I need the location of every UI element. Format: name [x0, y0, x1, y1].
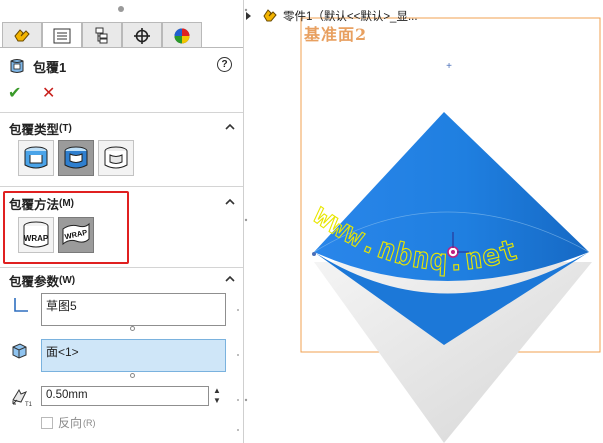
help-button[interactable]: ? — [217, 57, 232, 72]
chevron-up-icon[interactable] — [225, 122, 235, 132]
viewport-split-dots — [244, 8, 248, 402]
ok-cancel-row: ✔ ✕ — [8, 83, 55, 103]
property-manager-panel: 包覆1 ? ✔ ✕ 包覆类型 (T) 包覆方法 (M) WRAP WRAP 包覆… — [0, 0, 244, 443]
tabs-divider — [0, 47, 243, 48]
reverse-direction-checkbox[interactable] — [41, 416, 53, 429]
wrap-feature-icon — [10, 59, 24, 73]
emboss-icon — [24, 146, 48, 169]
reverse-direction-row[interactable]: 反向 (R) — [41, 414, 96, 431]
ok-button[interactable]: ✔ — [8, 83, 30, 103]
plane-origin-marker: + — [446, 61, 452, 72]
graphics-viewport[interactable]: + www.nbnq.net — [244, 0, 603, 443]
crosshair-icon — [134, 27, 150, 44]
panel-scroll-dots — [237, 309, 239, 431]
thickness-input[interactable]: 0.50mm — [41, 386, 209, 406]
cancel-button[interactable]: ✕ — [42, 83, 55, 103]
sketch-profile-icon — [14, 298, 28, 312]
face-selection-icon — [12, 343, 27, 359]
chevron-right-icon[interactable] — [246, 12, 251, 20]
svg-text:T1: T1 — [25, 402, 33, 408]
thickness-spinner[interactable]: ▲ ▼ — [212, 386, 222, 406]
property-manager-tab[interactable] — [42, 22, 82, 48]
solidworks-window: 包覆1 ? ✔ ✕ 包覆类型 (T) 包覆方法 (M) WRAP WRAP 包覆… — [0, 0, 603, 443]
wrap-params-heading: 包覆参数 — [9, 274, 60, 289]
thickness-icon: T1 — [12, 388, 33, 408]
section-divider — [0, 112, 243, 113]
deboss-icon — [64, 146, 88, 169]
reverse-direction-label: 反向 — [58, 416, 83, 430]
feature-title-row: 包覆1 ? — [8, 56, 238, 76]
scribe-button[interactable] — [98, 140, 134, 176]
panel-grip-handle[interactable] — [118, 6, 124, 12]
field-resize-handle[interactable] — [130, 373, 135, 378]
wrap-type-shortcut: (T) — [59, 122, 72, 134]
face-selection-field[interactable]: 面<1> — [41, 339, 226, 372]
configuration-manager-tab[interactable] — [82, 22, 122, 48]
section-divider — [0, 186, 243, 187]
configuration-icon — [95, 27, 108, 43]
emboss-button[interactable] — [18, 140, 54, 176]
field-resize-handle[interactable] — [130, 326, 135, 331]
wrap-type-heading: 包覆类型 — [9, 122, 60, 137]
display-manager-tab[interactable] — [162, 22, 202, 48]
model-canvas[interactable]: + www.nbnq.net — [244, 0, 603, 443]
wrap-params-header[interactable]: 包覆参数 (W) — [9, 272, 235, 289]
part-icon — [263, 9, 277, 22]
property-list-icon — [53, 28, 71, 43]
wrap-type-header[interactable]: 包覆类型 (T) — [9, 120, 235, 137]
deboss-button[interactable] — [58, 140, 94, 176]
plane-name-label: 基准面2 — [304, 25, 368, 44]
highlight-annotation-box — [3, 191, 129, 264]
manager-tabs — [2, 22, 202, 48]
source-sketch-value: 草图5 — [46, 299, 77, 313]
thickness-value: 0.50mm — [46, 389, 88, 401]
feature-icon — [14, 28, 30, 41]
chevron-up-icon[interactable] — [225, 274, 235, 284]
reverse-direction-shortcut: (R) — [83, 417, 96, 428]
dimxpert-manager-tab[interactable] — [122, 22, 162, 48]
section-divider — [0, 267, 243, 268]
color-wheel-icon — [174, 28, 190, 43]
feature-manager-tab[interactable] — [2, 22, 42, 48]
chevron-up-icon[interactable] — [225, 197, 235, 207]
source-sketch-field[interactable]: 草图5 — [41, 293, 226, 326]
page-title: 包覆1 — [33, 59, 67, 75]
scribe-icon — [104, 146, 128, 169]
face-selection-value: 面<1> — [46, 345, 79, 359]
wrap-params-shortcut: (W) — [59, 274, 76, 286]
